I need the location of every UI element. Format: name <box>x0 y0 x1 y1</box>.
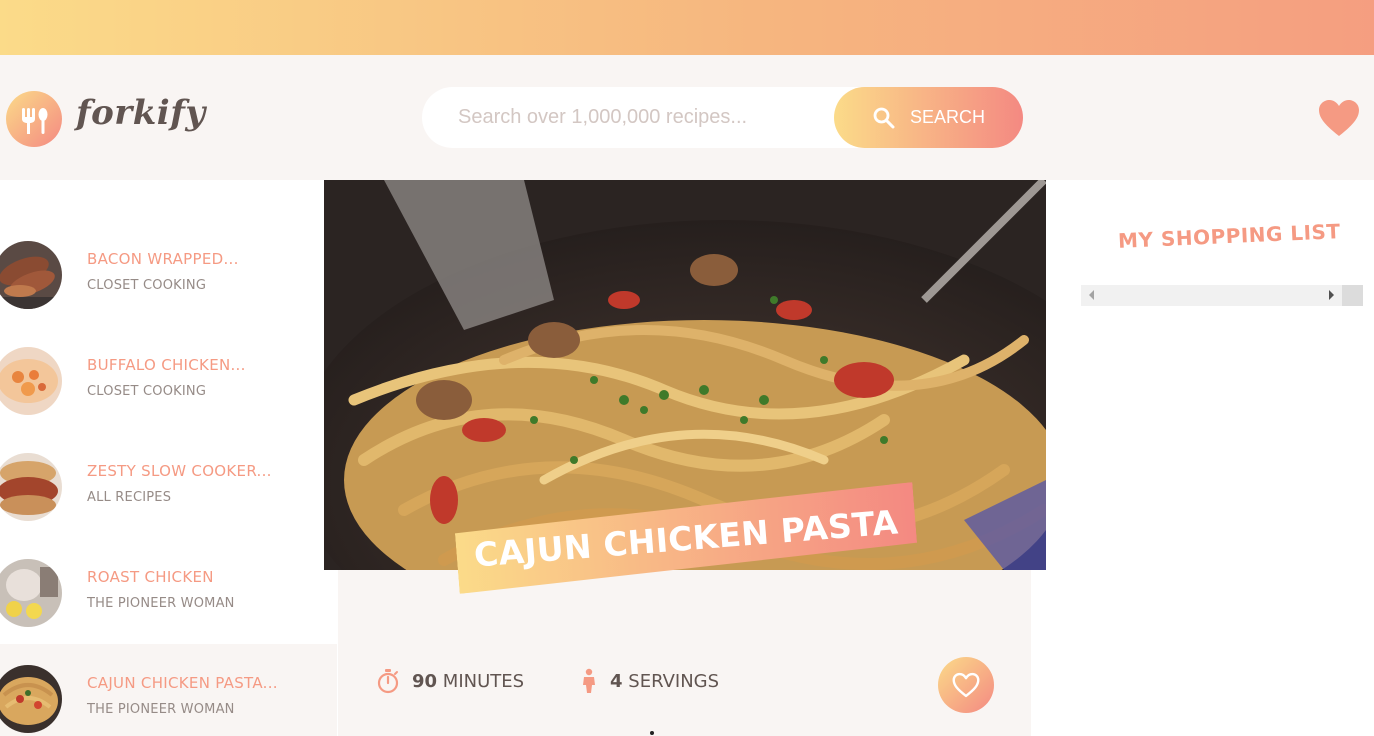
search-button-label: SEARCH <box>909 107 985 127</box>
scroll-left-arrow-icon[interactable] <box>1089 290 1094 300</box>
recipe-servings: 4 SERVINGS <box>580 668 719 694</box>
search-form: SEARCH <box>422 87 1023 148</box>
app-header: forkify SEARCH <box>0 55 1374 180</box>
likes-button[interactable] <box>1317 98 1361 143</box>
result-title: ZESTY SLOW COOKER... <box>87 462 272 480</box>
result-thumbnail <box>0 453 62 521</box>
search-input[interactable] <box>458 87 828 148</box>
person-icon <box>583 668 595 693</box>
shopping-list-title: MY SHOPPING LIST <box>1117 219 1342 253</box>
search-results: BACON WRAPPED... CLOSET COOKING BUFFALO … <box>0 180 337 736</box>
search-icon <box>873 107 895 128</box>
heart-outline-icon <box>952 672 980 698</box>
top-gradient-bar <box>0 0 1374 55</box>
recipe-details-panel <box>338 570 1031 736</box>
result-title: BUFFALO CHICKEN... <box>87 356 246 374</box>
result-title: BACON WRAPPED... <box>87 250 239 268</box>
horizontal-scrollbar[interactable] <box>1081 285 1363 306</box>
result-item[interactable]: ROAST CHICKEN THE PIONEER WOMAN <box>0 538 337 638</box>
result-author: CLOSET COOKING <box>87 384 207 399</box>
recipe-minutes-label: MINUTES <box>442 670 525 692</box>
result-title: CAJUN CHICKEN PASTA... <box>87 674 278 692</box>
result-author: ALL RECIPES <box>87 490 172 505</box>
result-item-active[interactable]: CAJUN CHICKEN PASTA... THE PIONEER WOMAN <box>0 644 337 736</box>
fork-spoon-icon <box>22 108 48 134</box>
result-item[interactable]: BUFFALO CHICKEN... CLOSET COOKING <box>0 326 337 426</box>
result-thumbnail <box>0 665 62 733</box>
result-thumbnail <box>0 347 62 415</box>
scroll-right-arrow-icon[interactable] <box>1329 290 1334 300</box>
result-thumbnail <box>0 559 62 627</box>
recipe-servings-label: SERVINGS <box>628 670 720 692</box>
brand-name: forkify <box>76 93 206 133</box>
recipe-like-button[interactable] <box>938 657 994 713</box>
result-author: CLOSET COOKING <box>87 278 207 293</box>
logo[interactable] <box>6 91 62 147</box>
recipe-time: 90 MINUTES <box>376 668 524 694</box>
heart-icon <box>1319 100 1359 136</box>
result-thumbnail <box>0 241 62 309</box>
result-title: ROAST CHICKEN <box>87 568 214 586</box>
result-author: THE PIONEER WOMAN <box>87 596 235 611</box>
result-item[interactable]: ZESTY SLOW COOKER... ALL RECIPES <box>0 432 337 532</box>
scrollbar-corner <box>1342 285 1363 306</box>
shopping-list: MY SHOPPING LIST <box>1046 180 1374 736</box>
result-author: THE PIONEER WOMAN <box>87 702 235 717</box>
search-button[interactable]: SEARCH <box>834 87 1023 148</box>
result-item[interactable]: BACON WRAPPED... CLOSET COOKING <box>0 220 337 320</box>
stopwatch-icon <box>377 669 399 694</box>
page-marker <box>650 731 654 735</box>
recipe-minutes: 90 <box>412 670 438 692</box>
recipe-servings-count: 4 <box>610 670 623 692</box>
